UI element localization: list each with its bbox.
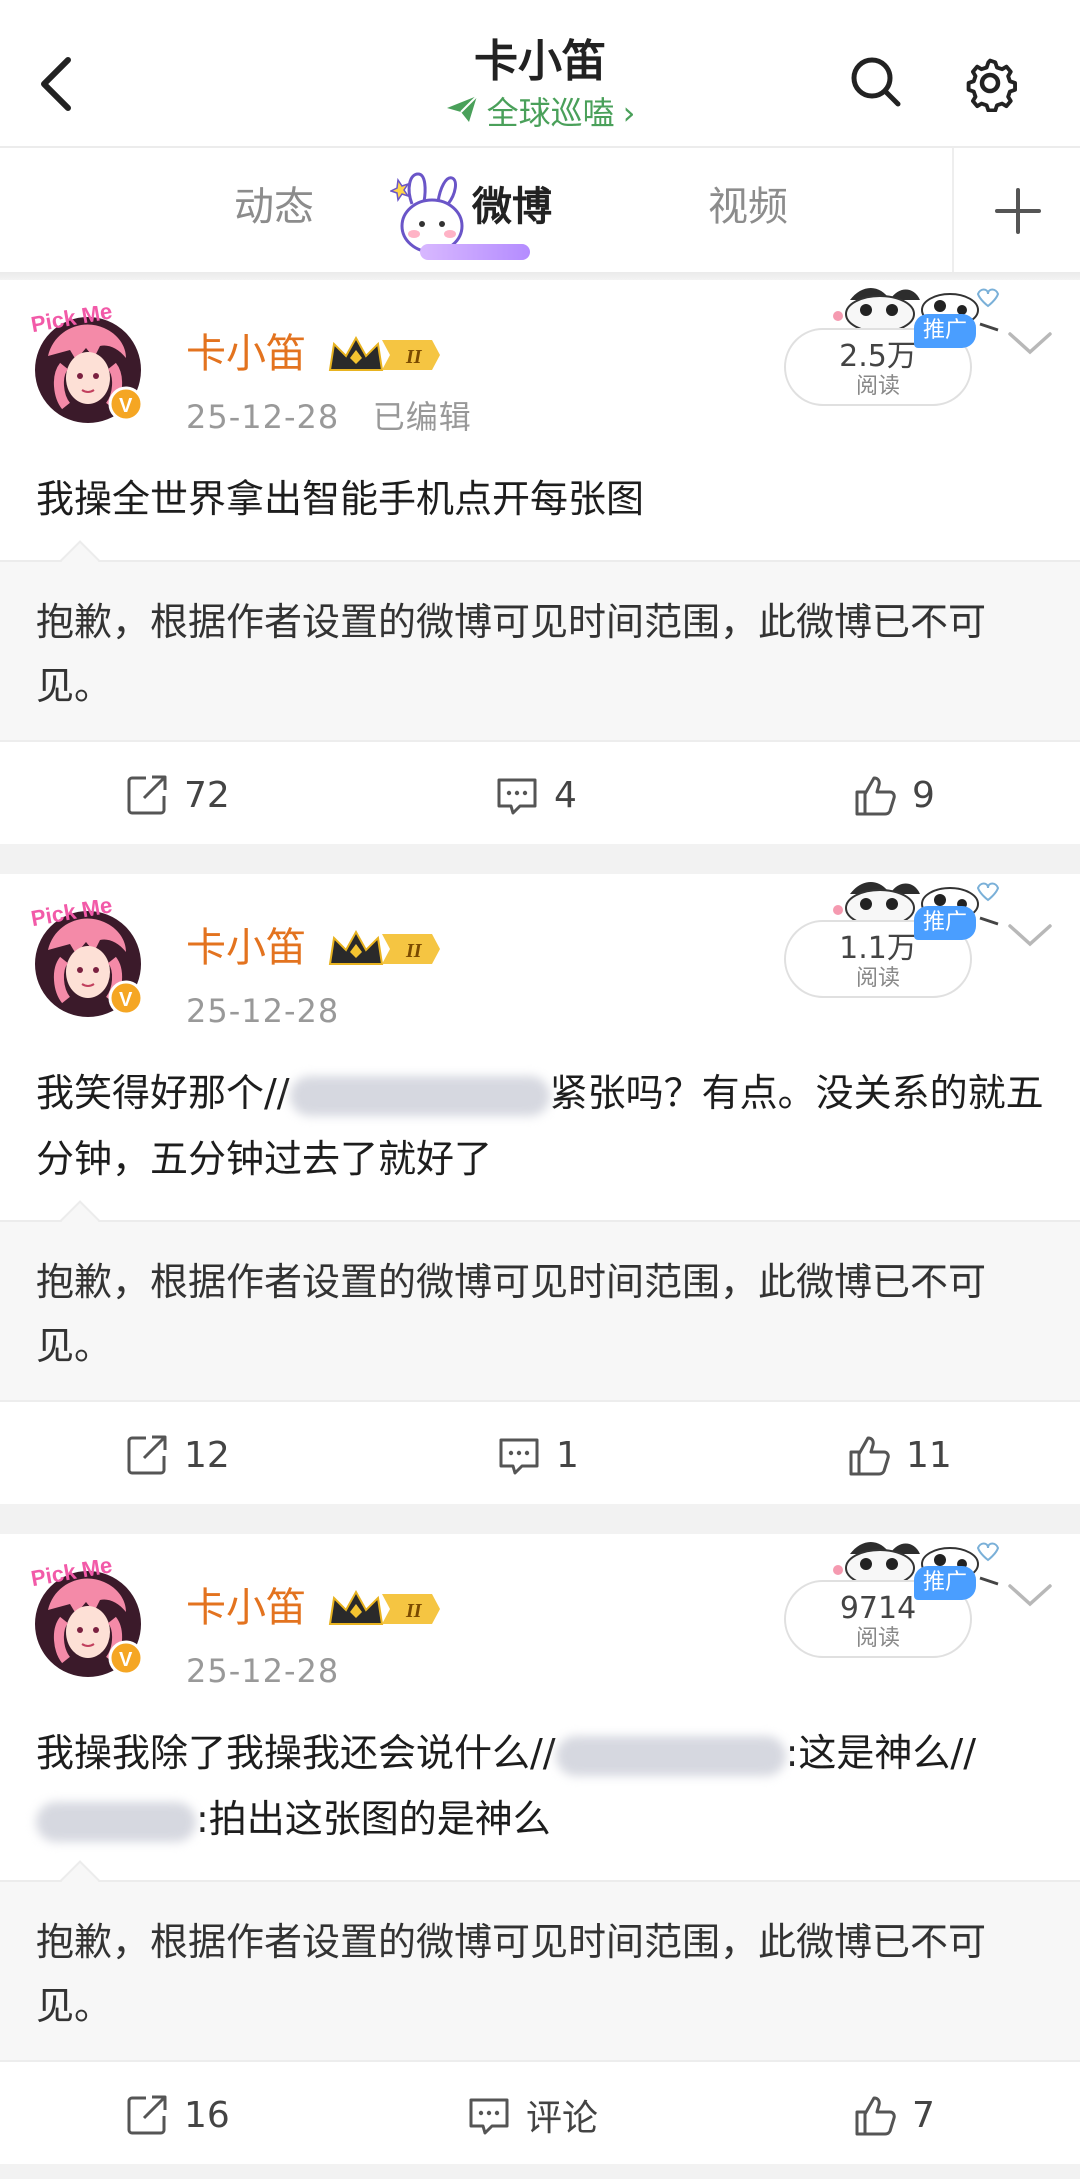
like-icon <box>846 1432 892 1478</box>
retweet-top-line <box>0 560 1080 562</box>
add-tab-button[interactable] <box>952 148 1080 272</box>
top-nav-bar: 卡小笛 全球巡嗑 › <box>0 0 1080 146</box>
profile-tab-bar: 动态 微博 视频 <box>0 148 1080 272</box>
retweet-notice: 抱歉，根据作者设置的微博可见时间范围，此微博已不可见。 <box>36 600 987 708</box>
chevron-down-icon[interactable] <box>1004 916 1056 956</box>
post-text-part: 我操我除了我操我还会说什么// <box>36 1731 556 1775</box>
read-label: 阅读 <box>855 966 900 991</box>
retweet-box[interactable]: 抱歉，根据作者设置的微博可见时间范围，此微博已不可见。 <box>0 540 1080 740</box>
avatar[interactable] <box>28 306 156 434</box>
like-count: 7 <box>912 2094 935 2136</box>
vip-crown-badge-icon[interactable] <box>326 926 442 972</box>
post-action-bar: 16 评论 7 <box>0 2060 1080 2164</box>
promote-tag[interactable]: 推广 <box>914 314 976 348</box>
avatar[interactable] <box>28 1560 156 1688</box>
like-icon <box>852 772 898 818</box>
post-separator <box>0 2164 1080 2179</box>
retweet-box[interactable]: 抱歉，根据作者设置的微博可见时间范围，此微博已不可见。 <box>0 1200 1080 1400</box>
comment-button[interactable]: 4 <box>494 770 577 820</box>
subtitle-text: 全球巡嗑 <box>486 94 615 132</box>
post-meta: 25-12-28 已编辑 <box>186 396 472 438</box>
comment-icon <box>494 772 540 818</box>
comment-icon <box>496 1432 542 1478</box>
promote-tag[interactable]: 推广 <box>914 906 976 940</box>
post-separator <box>0 1504 1080 1534</box>
tab-video[interactable]: 视频 <box>708 180 788 234</box>
retweet-top-line <box>0 1880 1080 1882</box>
post-username[interactable]: 卡小笛 <box>186 922 306 974</box>
promote-tag[interactable]: 推广 <box>914 1566 976 1600</box>
repost-icon <box>124 1432 170 1478</box>
repost-icon <box>124 2092 170 2138</box>
avatar[interactable] <box>28 900 156 1028</box>
retweet-box[interactable]: 抱歉，根据作者设置的微博可见时间范围，此微博已不可见。 <box>0 1860 1080 2060</box>
page-title: 卡小笛 <box>474 36 606 87</box>
post-card[interactable]: 卡小笛 25-12-28 9714 阅读 推广 我操我除了我操我还会说什么//:… <box>0 1534 1080 1884</box>
post-action-bar: 12 1 11 <box>0 1400 1080 1504</box>
post-text: 我操我除了我操我还会说什么// :这是神么// :拍出这张图的是神么 <box>36 1720 1046 1852</box>
tabbar-shadow <box>0 272 1080 280</box>
repost-count: 16 <box>184 2094 230 2136</box>
comment-label: 评论 <box>526 2098 599 2139</box>
post-date: 25-12-28 <box>186 398 340 436</box>
vip-crown-badge-icon[interactable] <box>326 332 442 378</box>
comment-button[interactable]: 评论 <box>466 2090 598 2140</box>
like-button[interactable]: 7 <box>852 2090 935 2140</box>
post-edited: 已编辑 <box>372 398 472 436</box>
repost-button[interactable]: 12 <box>124 1430 230 1480</box>
like-icon <box>852 2092 898 2138</box>
retweet-notice: 抱歉，根据作者设置的微博可见时间范围，此微博已不可见。 <box>36 1260 987 1368</box>
retweet-top-line <box>0 1220 1080 1222</box>
post-text: 我操全世界拿出智能手机点开每张图 <box>36 477 645 521</box>
comment-count: 4 <box>554 774 577 816</box>
tab-overflow-fade <box>920 148 950 272</box>
comment-icon <box>466 2092 512 2138</box>
repost-icon <box>124 772 170 818</box>
read-label: 阅读 <box>855 374 900 399</box>
post-date: 25-12-28 <box>186 1652 340 1690</box>
post-text-part: :拍出这张图的是神么 <box>196 1797 551 1841</box>
tab-weibo[interactable]: 微博 <box>472 180 552 234</box>
chevron-right-icon: › <box>622 94 636 132</box>
blurred-username <box>555 1735 786 1776</box>
chevron-down-icon[interactable] <box>1004 1576 1056 1616</box>
blurred-username <box>36 1801 196 1842</box>
post-text: 我笑得好那个//紧张吗？有点。没关系的就五分钟，五分钟过去了就好了 <box>36 1060 1046 1192</box>
read-label: 阅读 <box>855 1626 900 1651</box>
repost-count: 12 <box>184 1434 230 1476</box>
repost-button[interactable]: 16 <box>124 2090 230 2140</box>
repost-button[interactable]: 72 <box>124 770 230 820</box>
vip-crown-badge-icon[interactable] <box>326 1586 442 1632</box>
like-button[interactable]: 9 <box>852 770 935 820</box>
back-arrow-icon[interactable] <box>30 48 90 120</box>
like-count: 11 <box>906 1434 952 1476</box>
post-text-part: :这是神么// <box>785 1731 977 1775</box>
comment-button[interactable]: 1 <box>496 1430 579 1480</box>
blurred-username <box>289 1075 550 1116</box>
post-username[interactable]: 卡小笛 <box>186 1582 306 1634</box>
search-icon[interactable] <box>846 52 906 112</box>
tab-dynamic[interactable]: 动态 <box>234 180 314 234</box>
send-plane-icon <box>445 92 479 134</box>
global-follow-link[interactable]: 全球巡嗑 › <box>445 92 636 134</box>
like-button[interactable]: 11 <box>846 1430 952 1480</box>
repost-count: 72 <box>184 774 230 816</box>
post-date: 25-12-28 <box>186 992 340 1030</box>
post-separator <box>0 844 1080 874</box>
like-count: 9 <box>912 774 935 816</box>
post-card[interactable]: 卡小笛 25-12-28 1.1万 阅读 推广 我笑得好那个//紧张吗？有点。没… <box>0 874 1080 1224</box>
gear-icon[interactable] <box>960 52 1020 113</box>
header-title-group: 卡小笛 全球巡嗑 › <box>340 34 740 134</box>
post-username[interactable]: 卡小笛 <box>186 328 306 380</box>
active-tab-indicator <box>420 244 530 260</box>
retweet-notice: 抱歉，根据作者设置的微博可见时间范围，此微博已不可见。 <box>36 1920 987 2028</box>
chevron-down-icon[interactable] <box>1004 324 1056 364</box>
comment-count: 1 <box>556 1434 579 1476</box>
post-text-part: 我笑得好那个// <box>36 1071 290 1115</box>
post-action-bar: 72 4 9 <box>0 740 1080 844</box>
